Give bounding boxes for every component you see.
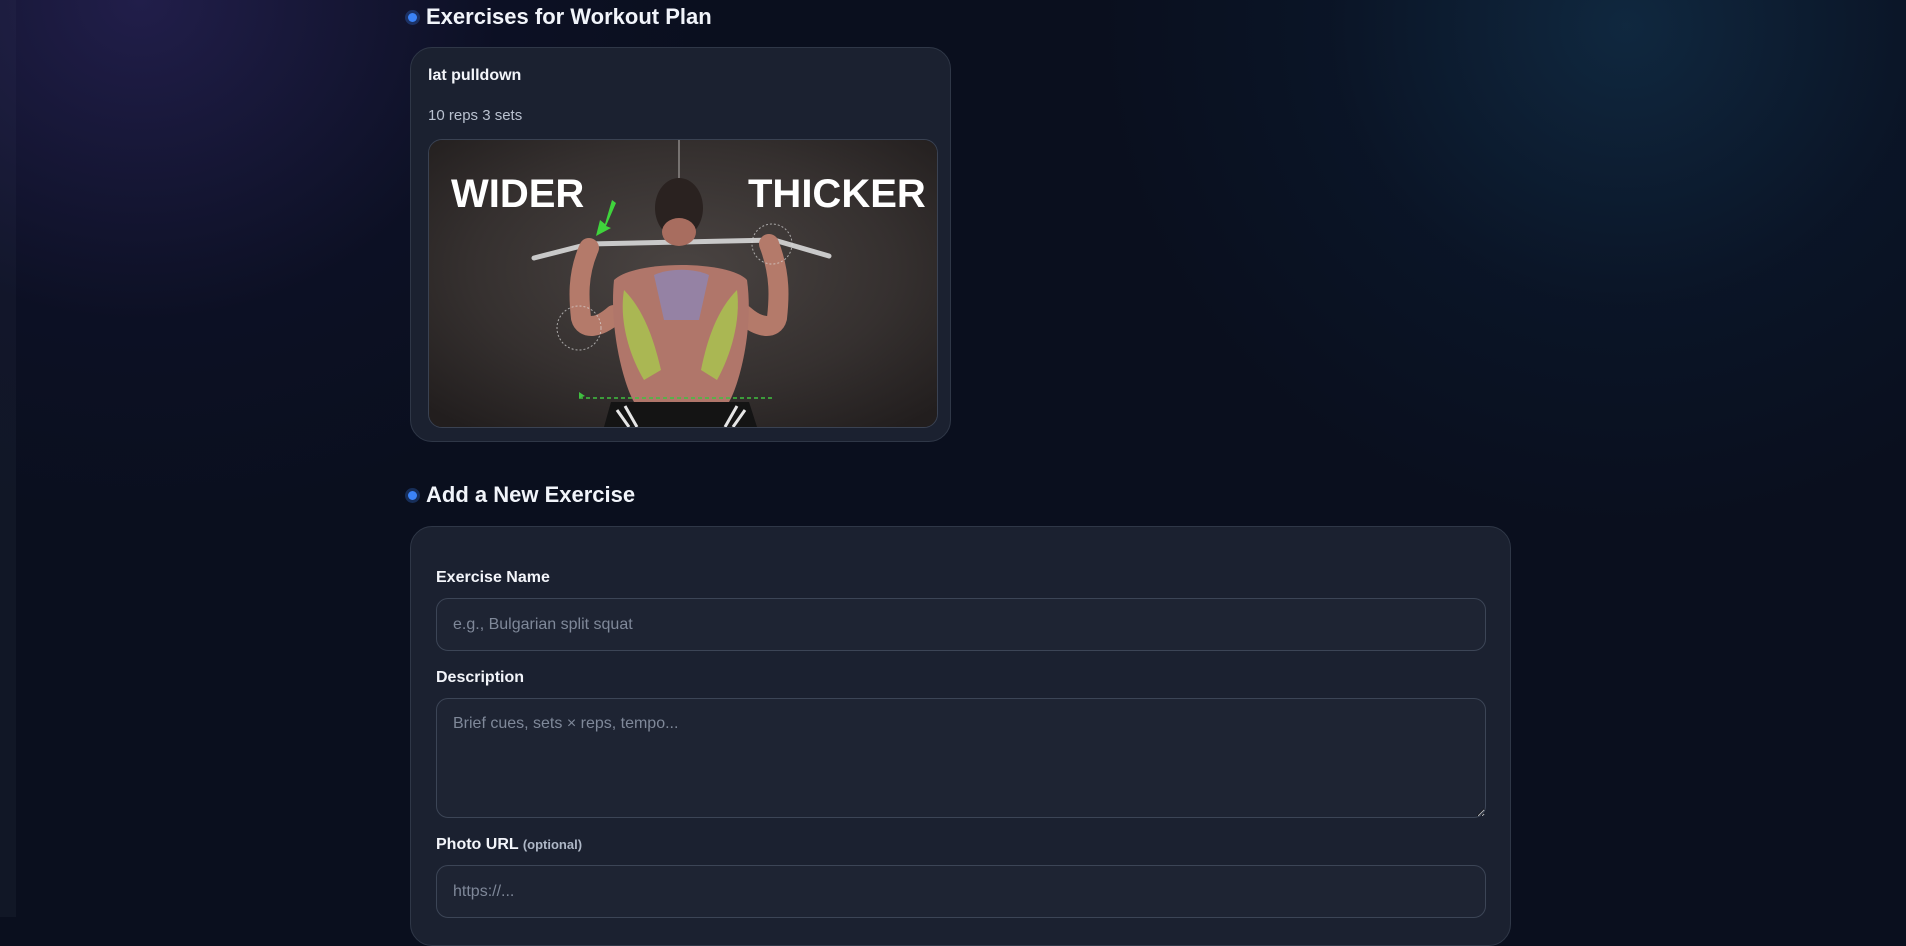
photo-url-input[interactable] <box>436 865 1486 918</box>
exercise-photo-image: WIDER THICKER <box>429 140 937 427</box>
section-bullet-icon <box>408 12 417 22</box>
exercise-name-input[interactable] <box>436 598 1486 651</box>
exercise-meta: 10 reps 3 sets <box>428 107 523 124</box>
exercise-name-label: Exercise Name <box>436 569 550 586</box>
section-bullet-icon <box>408 490 417 500</box>
exercise-photo: WIDER THICKER <box>428 139 938 428</box>
add-exercise-form: Exercise Name Description Photo URL (opt… <box>410 526 1511 946</box>
exercise-card: lat pulldown 10 reps 3 sets WIDER THICKE… <box>410 47 951 442</box>
photo-url-label-text: Photo URL <box>436 836 519 853</box>
workout-exercises-heading-text: Exercises for Workout Plan <box>426 4 712 29</box>
add-exercise-heading-text: Add a New Exercise <box>426 482 636 507</box>
photo-url-label: Photo URL (optional) <box>436 836 582 854</box>
background-glow-right <box>1106 0 1906 520</box>
workout-exercises-heading: Exercises for Workout Plan <box>408 4 712 30</box>
exercise-name: lat pulldown <box>428 67 522 84</box>
photo-text-left: WIDER <box>451 172 584 216</box>
photo-text-right: THICKER <box>748 172 926 216</box>
description-label: Description <box>436 669 525 686</box>
add-exercise-heading: Add a New Exercise <box>408 482 635 508</box>
optional-hint: (optional) <box>522 837 583 852</box>
description-textarea[interactable] <box>436 698 1486 818</box>
